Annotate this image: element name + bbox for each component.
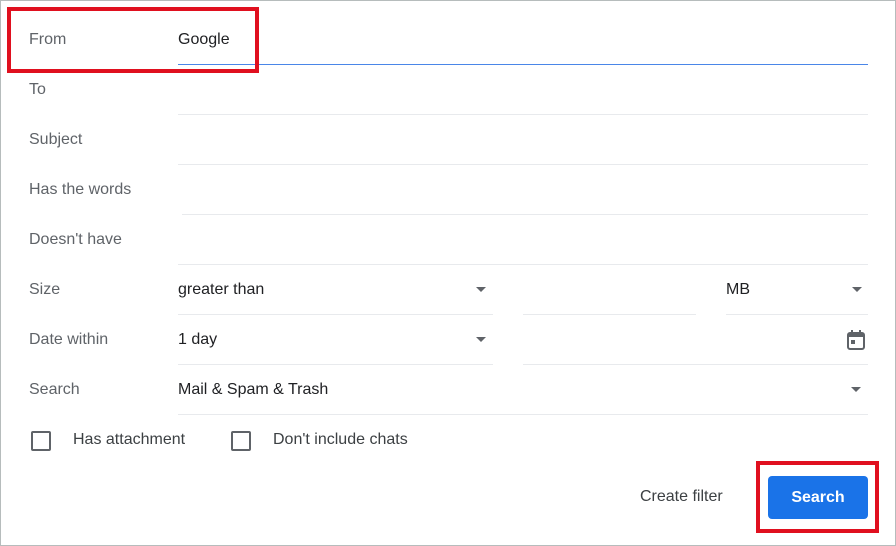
date-within-label: Date within <box>29 331 109 348</box>
has-words-label: Has the words <box>29 181 132 198</box>
search-scope-row: Search Mail & Spam & Trash <box>0 365 896 415</box>
subject-label: Subject <box>29 131 83 148</box>
has-attachment-label: Has attachment <box>73 431 186 448</box>
chevron-down-icon <box>476 287 486 292</box>
date-input[interactable] <box>523 315 868 365</box>
search-scope-select[interactable]: Mail & Spam & Trash <box>178 365 868 415</box>
has-words-row: Has the words <box>0 165 896 215</box>
size-amount-input[interactable] <box>523 265 696 315</box>
size-unit-select[interactable]: MB <box>726 265 868 315</box>
date-within-row: Date within 1 day <box>0 315 896 365</box>
size-comparator-select[interactable]: greater than <box>178 265 493 315</box>
subject-row: Subject <box>0 115 896 165</box>
search-scope-label: Search <box>29 381 80 398</box>
chevron-down-icon <box>851 387 861 392</box>
size-row: Size greater than MB <box>0 265 896 315</box>
no-chats-checkbox[interactable] <box>231 431 251 451</box>
calendar-icon[interactable] <box>846 329 866 351</box>
size-label: Size <box>29 281 61 298</box>
doesnt-have-row: Doesn't have <box>0 215 896 265</box>
doesnt-have-input[interactable] <box>178 215 868 265</box>
subject-input[interactable] <box>178 115 868 165</box>
from-input[interactable]: Google <box>178 15 868 65</box>
highlight-box-search <box>756 461 879 533</box>
chevron-down-icon <box>852 287 862 292</box>
chevron-down-icon <box>476 337 486 342</box>
to-input[interactable] <box>178 65 868 115</box>
no-chats-label: Don't include chats <box>273 431 408 448</box>
has-words-input[interactable] <box>182 165 868 215</box>
has-attachment-checkbox[interactable] <box>31 431 51 451</box>
date-within-select[interactable]: 1 day <box>178 315 493 365</box>
highlight-box-from <box>7 7 259 73</box>
create-filter-button[interactable]: Create filter <box>628 478 735 516</box>
doesnt-have-label: Doesn't have <box>29 231 122 248</box>
